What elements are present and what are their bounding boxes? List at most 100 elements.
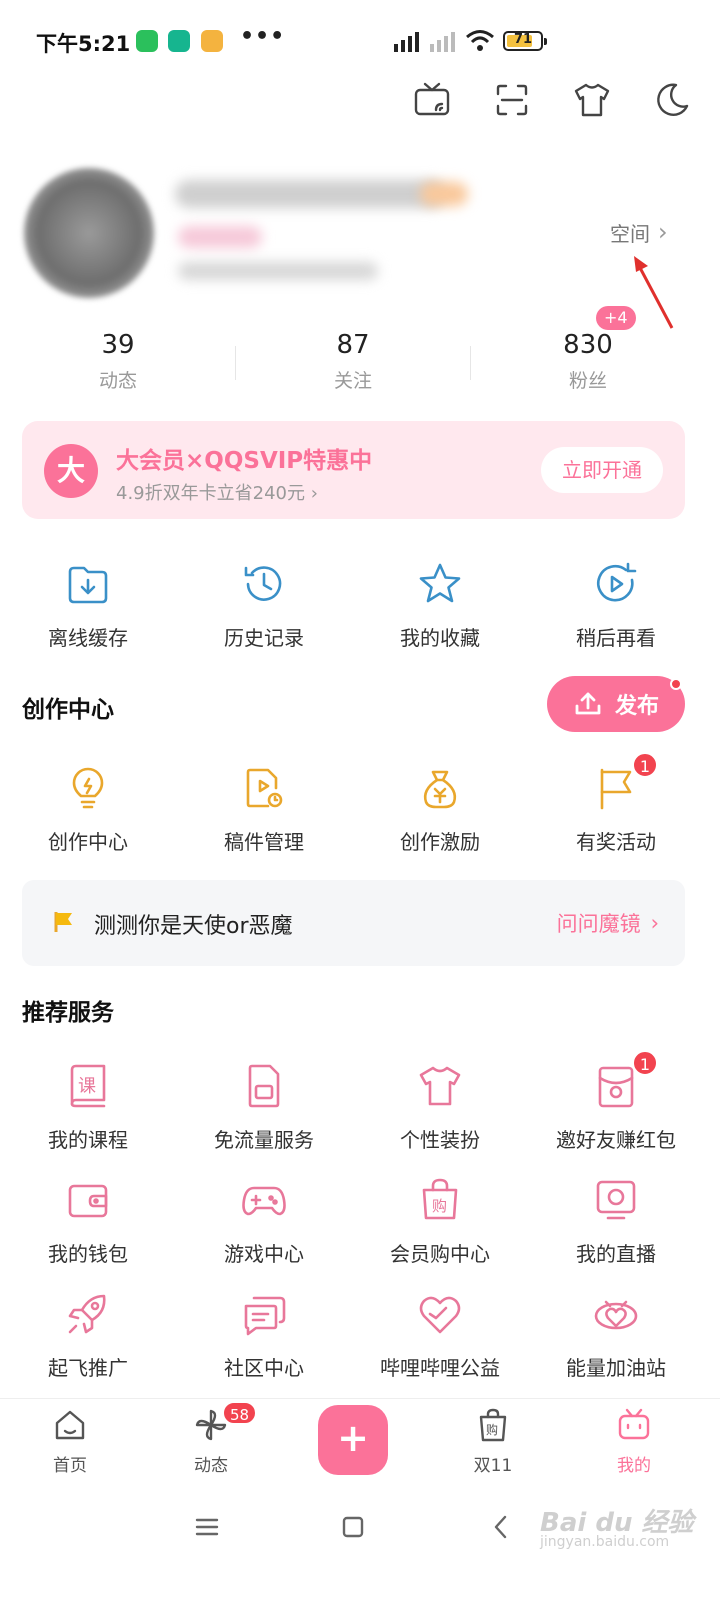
sim-card-icon (240, 1062, 288, 1110)
service-label: 能量加油站 (566, 1356, 666, 1380)
heart-icon (416, 1290, 464, 1338)
events-badge: 1 (632, 752, 658, 778)
service-label: 游戏中心 (224, 1242, 304, 1266)
dynamics-badge: 58 (222, 1401, 258, 1425)
vip-tag-blurred (178, 226, 262, 248)
creator-incentive[interactable]: 创作激励 (352, 764, 528, 855)
services-row-2: 我的钱包 游戏中心 购 会员购中心 我的直播 (0, 1176, 705, 1267)
service-customize[interactable]: 个性装扮 (352, 1062, 528, 1153)
watch-later-icon (592, 560, 640, 608)
service-games[interactable]: 游戏中心 (176, 1176, 352, 1267)
course-icon: 课 (64, 1062, 112, 1110)
vip-title: 大会员×QQSVIP特惠中 (116, 448, 373, 474)
service-label: 个性装扮 (400, 1128, 480, 1152)
stats-row: 39 动态 87 关注 830 粉丝 (0, 330, 705, 400)
wechat-icon (136, 30, 158, 52)
service-mall[interactable]: 购 会员购中心 (352, 1176, 528, 1267)
service-invite[interactable]: 邀好友赚红包 1 (528, 1050, 704, 1153)
quick-favorites[interactable]: 我的收藏 (352, 560, 528, 651)
wifi-icon (466, 30, 494, 51)
divider (470, 346, 471, 380)
creator-grid: 创作中心 稿件管理 创作激励 有奖活动 1 (0, 752, 705, 855)
vip-banner[interactable]: 大 大会员×QQSVIP特惠中 4.9折双年卡立省240元 › 立即开通 (22, 421, 685, 519)
chevron-right-icon: › (658, 217, 668, 246)
service-free-data[interactable]: 免流量服务 (176, 1062, 352, 1153)
vip-open-button[interactable]: 立即开通 (541, 447, 663, 493)
star-icon (416, 560, 464, 608)
service-community[interactable]: 社区中心 (176, 1290, 352, 1381)
services-section-title: 推荐服务 (22, 1000, 114, 1026)
stat-fans-label: 粉丝 (568, 370, 607, 392)
chevron-right-icon: › (650, 911, 659, 935)
night-mode-icon[interactable] (652, 80, 692, 120)
service-label: 我的钱包 (48, 1242, 128, 1266)
svg-text:购: 购 (486, 1422, 498, 1437)
quiz-banner[interactable]: 测测你是天使or恶魔 问问魔镜 › (22, 880, 685, 966)
creator-center[interactable]: 创作中心 (0, 764, 176, 855)
service-energy[interactable]: 能量加油站 (528, 1290, 704, 1381)
watermark-url: jingyan.baidu.com (540, 1534, 670, 1550)
top-toolbar (412, 80, 692, 120)
service-promote[interactable]: 起飞推广 (0, 1290, 176, 1381)
gamepad-icon (240, 1176, 288, 1224)
publish-button[interactable]: 发布 (547, 676, 685, 732)
battery-level: 71 (513, 32, 533, 47)
quick-watch-later[interactable]: 稍后再看 (528, 560, 704, 651)
space-label: 空间 (610, 222, 650, 246)
creator-manuscripts[interactable]: 稿件管理 (176, 764, 352, 855)
quick-label: 离线缓存 (48, 626, 128, 650)
more-notifications-icon: ••• (240, 24, 286, 49)
tshirt-icon[interactable] (572, 80, 612, 120)
avatar[interactable] (24, 168, 154, 298)
vip-subtitle-text: 4.9折双年卡立省240元 (116, 483, 305, 504)
service-live[interactable]: 我的直播 (528, 1176, 704, 1267)
stat-dynamics-label: 动态 (98, 370, 137, 392)
plus-icon[interactable]: + (318, 1405, 388, 1475)
nav-label: 首页 (53, 1456, 87, 1476)
creator-section-title: 创作中心 (22, 697, 114, 723)
upload-icon (575, 692, 601, 715)
back-icon[interactable] (486, 1512, 516, 1542)
divider (235, 346, 236, 380)
nav-label: 双11 (473, 1456, 513, 1476)
quick-label: 稍后再看 (576, 626, 656, 650)
nav-mine[interactable]: 我的 (584, 1407, 684, 1476)
creator-label: 稿件管理 (224, 830, 304, 854)
quick-history[interactable]: 历史记录 (176, 560, 352, 651)
tv-icon (618, 1408, 650, 1440)
services-row-3: 起飞推广 社区中心 哔哩哔哩公益 能量加油站 (0, 1290, 705, 1381)
quick-offline-cache[interactable]: 离线缓存 (0, 560, 176, 651)
tv-cast-icon[interactable] (412, 80, 452, 120)
quiz-link[interactable]: 问问魔镜 › (557, 908, 659, 938)
username-blurred (175, 180, 445, 208)
nav-double11[interactable]: 购 双11 (443, 1407, 543, 1476)
service-wallet[interactable]: 我的钱包 (0, 1176, 176, 1267)
stat-dynamics[interactable]: 39 动态 (38, 330, 198, 393)
flag-icon (54, 912, 72, 932)
shopping-bag-icon: 购 (416, 1176, 464, 1224)
services-row-1: 课 我的课程 免流量服务 个性装扮 邀好友赚红包 1 (0, 1050, 705, 1153)
money-bag-icon (416, 764, 464, 812)
chevron-right-icon: › (310, 483, 318, 504)
service-charity[interactable]: 哔哩哔哩公益 (352, 1290, 528, 1381)
nav-home[interactable]: 首页 (20, 1407, 120, 1476)
home-square-icon[interactable] (338, 1512, 368, 1542)
rocket-icon (64, 1290, 112, 1338)
quick-label: 我的收藏 (400, 626, 480, 650)
creator-events[interactable]: 有奖活动 1 (528, 752, 704, 855)
service-label: 免流量服务 (214, 1128, 314, 1152)
menu-icon[interactable] (192, 1512, 222, 1542)
stat-following-count: 87 (336, 330, 370, 360)
stat-following[interactable]: 87 关注 (273, 330, 433, 393)
wallet-icon (64, 1176, 112, 1224)
chat-icon (240, 1290, 288, 1338)
stat-fans[interactable]: 830 粉丝 (508, 330, 668, 393)
service-label: 起飞推广 (48, 1356, 128, 1380)
nav-label: 我的 (617, 1456, 651, 1476)
shield-app-icon (168, 30, 190, 52)
service-courses[interactable]: 课 我的课程 (0, 1062, 176, 1153)
space-link[interactable]: 空间 › (610, 218, 668, 247)
scan-icon[interactable] (492, 80, 532, 120)
invite-badge: 1 (632, 1050, 658, 1076)
stat-dynamics-count: 39 (101, 330, 135, 360)
